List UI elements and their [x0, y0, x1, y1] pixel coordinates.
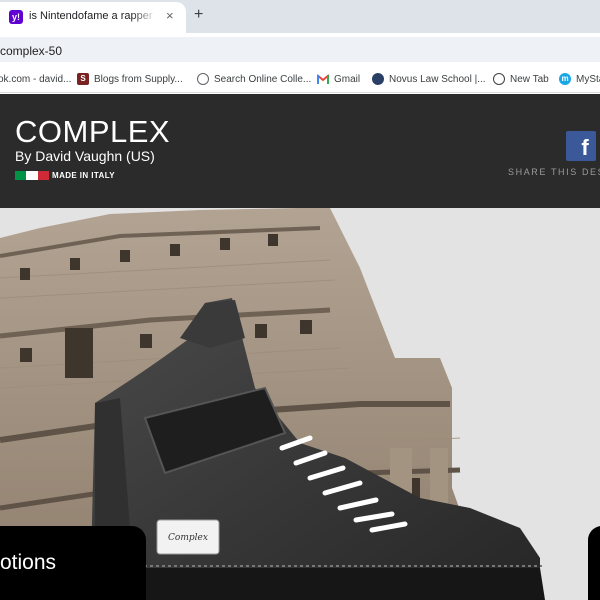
- address-bar: complex-50: [0, 33, 600, 65]
- italy-flag-icon: [15, 170, 49, 180]
- designer-credit: By David Vaughn (US): [15, 148, 155, 164]
- site-header: COMPLEX By David Vaughn (US) MADE IN ITA…: [0, 94, 600, 208]
- right-panel[interactable]: [588, 526, 600, 600]
- bookmark-label: Novus Law School |...: [389, 73, 486, 85]
- bookmark-item[interactable]: m MySta: [559, 71, 600, 87]
- product-title: COMPLEX: [15, 114, 171, 149]
- tab-title: is Nintendofame a rapper - Yahoo: [29, 10, 157, 22]
- bookmark-label: New Tab: [510, 73, 549, 85]
- made-in-badge: MADE IN ITALY: [15, 170, 115, 180]
- omnibox[interactable]: [0, 37, 600, 62]
- bookmarks-bar: ok.com - david... S Blogs from Supply...…: [0, 65, 600, 93]
- bookmark-item[interactable]: New Tab: [493, 71, 549, 87]
- browser-tab-bar: y! is Nintendofame a rapper - Yahoo × +: [0, 0, 600, 33]
- made-in-text: MADE IN ITALY: [52, 170, 115, 180]
- search-icon: [197, 73, 209, 85]
- mystart-icon: m: [559, 73, 571, 85]
- new-tab-button[interactable]: +: [194, 6, 203, 24]
- url-text[interactable]: complex-50: [0, 44, 62, 58]
- bookmark-label: Blogs from Supply...: [94, 73, 183, 85]
- options-button-label[interactable]: otions: [0, 551, 56, 575]
- novus-icon: [372, 73, 384, 85]
- bookmark-label: Search Online Colle...: [214, 73, 312, 85]
- globe-icon: [493, 73, 505, 85]
- gmail-icon: [317, 73, 329, 85]
- bookmark-item[interactable]: S Blogs from Supply...: [77, 71, 183, 87]
- s-icon: S: [77, 73, 89, 85]
- close-icon[interactable]: ×: [166, 9, 174, 23]
- shoe-tag-label: Complex: [168, 533, 208, 543]
- bookmark-item[interactable]: Novus Law School |...: [372, 71, 486, 87]
- browser-tab-active[interactable]: y! is Nintendofame a rapper - Yahoo ×: [0, 2, 186, 33]
- yahoo-icon: y!: [9, 10, 23, 24]
- bookmark-item[interactable]: Search Online Colle...: [197, 71, 311, 87]
- hero-image: Complex otions: [0, 208, 600, 600]
- share-label: SHARE THIS DES: [508, 167, 600, 177]
- facebook-icon: f: [581, 135, 589, 160]
- bookmark-label: Gmail: [334, 73, 361, 85]
- bookmark-label: ok.com - david...: [0, 73, 72, 85]
- facebook-share-button[interactable]: f: [566, 131, 596, 161]
- bookmark-label: MySta: [576, 73, 600, 85]
- bookmark-item[interactable]: Gmail: [317, 71, 360, 87]
- bookmark-item[interactable]: ok.com - david...: [0, 71, 71, 87]
